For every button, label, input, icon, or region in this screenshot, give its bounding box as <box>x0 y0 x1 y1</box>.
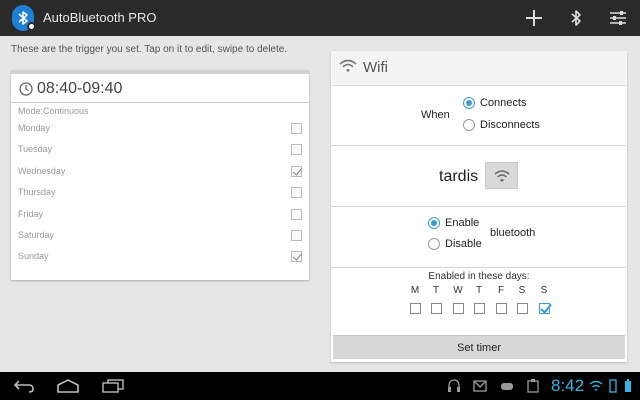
clock: 8:42 <box>551 376 585 395</box>
section-divider <box>331 145 627 146</box>
editor-title: Wifi <box>363 59 388 76</box>
trigger-mode: Mode:Continuous <box>18 106 89 116</box>
day-letter: S <box>540 285 548 296</box>
email-icon <box>473 379 487 393</box>
day-row-sunday: Sunday <box>18 246 302 266</box>
section-divider <box>331 267 627 268</box>
action-bar: AutoBluetooth PRO <box>0 0 640 36</box>
editor-header: Wifi <box>331 51 627 86</box>
day-label: Saturday <box>18 230 55 240</box>
day-checkbox-wednesday[interactable] <box>453 303 464 314</box>
disconnects-radio[interactable] <box>463 119 475 131</box>
connects-label[interactable]: Connects <box>480 97 526 109</box>
day-letter: F <box>497 285 505 296</box>
days-label: Enabled in these days: <box>428 271 530 282</box>
day-checkbox <box>291 229 302 241</box>
connects-radio[interactable] <box>463 97 475 109</box>
vibrate-icon <box>606 379 620 393</box>
trigger-card[interactable]: 08:40-09:40 Mode:Continuous Monday Tuesd… <box>11 70 309 280</box>
home-button[interactable] <box>54 376 82 396</box>
day-checkbox <box>291 208 302 220</box>
day-row-tuesday: Tuesday <box>18 139 302 159</box>
day-checkbox-tuesday[interactable] <box>431 303 442 314</box>
day-letter: M <box>410 285 420 296</box>
disable-label[interactable]: Disable <box>445 238 482 250</box>
app-title: AutoBluetooth PRO <box>43 10 157 25</box>
when-label: When <box>421 109 450 121</box>
add-button[interactable] <box>522 6 546 30</box>
wifi-icon <box>494 169 509 182</box>
day-checkbox <box>291 186 302 198</box>
settings-button[interactable] <box>606 6 630 30</box>
headset-icon <box>447 379 461 393</box>
trigger-time: 08:40-09:40 <box>19 78 122 100</box>
card-divider <box>11 70 309 74</box>
set-timer-button[interactable]: Set timer <box>333 335 625 359</box>
app-icon[interactable] <box>12 5 36 31</box>
day-checkbox <box>291 165 302 177</box>
day-letter: T <box>475 285 483 296</box>
bluetooth-icon <box>571 10 581 26</box>
day-letter: W <box>453 285 463 296</box>
trigger-hint: These are the trigger you set. Tap on it… <box>11 44 288 55</box>
day-label: Monday <box>18 123 51 133</box>
action-target-label: bluetooth <box>490 227 536 239</box>
bluetooth-button[interactable] <box>564 6 588 30</box>
system-bar: 8:42 <box>0 372 640 400</box>
day-checkbox-monday[interactable] <box>410 303 421 314</box>
back-icon <box>13 380 34 393</box>
day-row-monday: Monday <box>18 118 302 138</box>
recents-button[interactable] <box>99 376 127 396</box>
day-label: Thursday <box>18 187 56 197</box>
day-checkbox-sunday[interactable] <box>539 303 550 314</box>
home-icon <box>57 379 79 393</box>
day-label: Friday <box>18 209 44 219</box>
disconnects-label[interactable]: Disconnects <box>480 119 540 131</box>
add-icon <box>526 10 542 26</box>
day-letter: T <box>432 285 440 296</box>
trigger-editor: Wifi When Connects Disconnects tardis En… <box>331 51 627 362</box>
ssid-name: tardis <box>439 168 479 185</box>
day-checkbox-thursday[interactable] <box>474 303 485 314</box>
enable-label[interactable]: Enable <box>445 217 479 229</box>
clock-icon <box>19 82 33 96</box>
day-checkbox <box>291 143 302 155</box>
day-label: Sunday <box>18 251 49 261</box>
section-divider <box>331 206 627 207</box>
settings-sliders-icon <box>610 11 626 25</box>
day-label: Tuesday <box>18 144 53 154</box>
day-checkbox-saturday[interactable] <box>517 303 528 314</box>
day-label: Wednesday <box>18 166 66 176</box>
day-row-saturday: Saturday <box>18 225 302 245</box>
day-checkbox-friday[interactable] <box>496 303 507 314</box>
clipboard-icon <box>526 379 540 393</box>
wifi-signal-icon <box>589 379 603 393</box>
disable-radio[interactable] <box>428 238 440 250</box>
back-button[interactable] <box>10 376 38 396</box>
day-row-thursday: Thursday <box>18 182 302 202</box>
time-divider <box>11 102 309 103</box>
choose-network-button[interactable] <box>485 162 518 189</box>
enable-radio[interactable] <box>428 217 440 229</box>
recents-icon <box>102 379 124 393</box>
day-row-wednesday: Wednesday <box>18 161 302 181</box>
time-range: 08:40-09:40 <box>37 80 123 97</box>
day-letter: S <box>518 285 526 296</box>
day-row-friday: Friday <box>18 204 302 224</box>
day-checkbox <box>291 122 302 134</box>
gamepad-icon <box>500 379 514 393</box>
wifi-icon <box>339 59 357 72</box>
day-checkbox <box>291 250 302 262</box>
battery-icon <box>621 379 635 393</box>
